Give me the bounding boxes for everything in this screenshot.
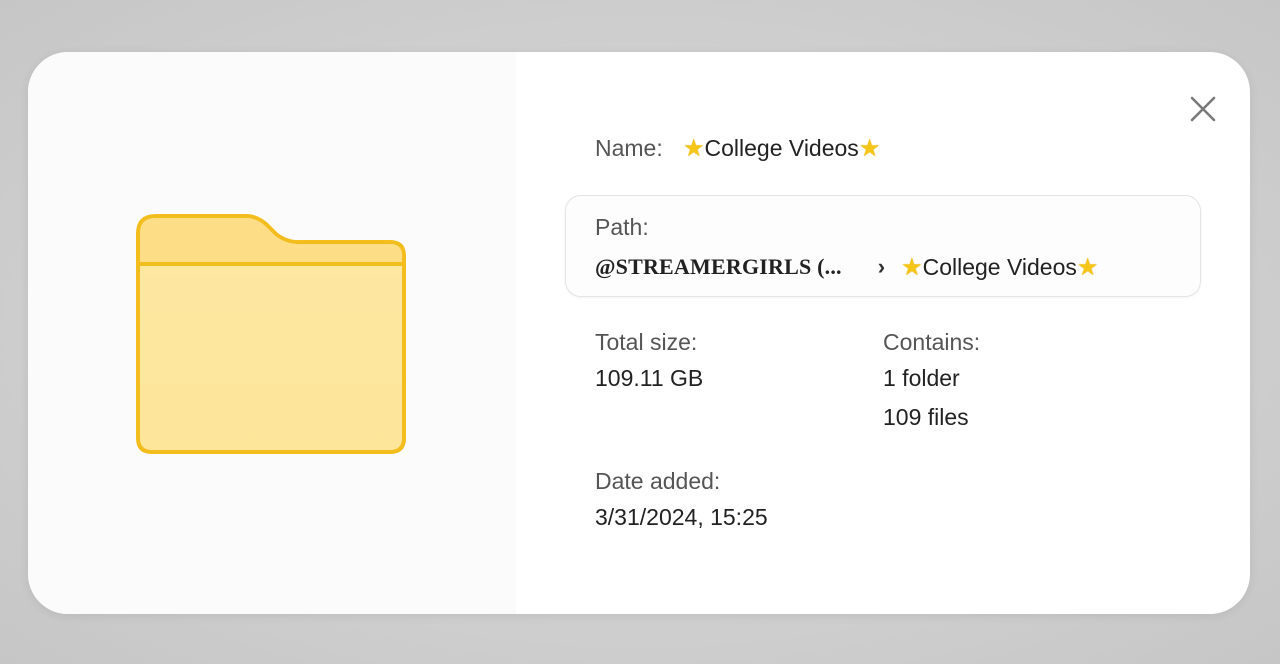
contains-files: 109 files: [883, 404, 969, 430]
preview-pane: [28, 52, 516, 614]
total-size-value: 109.11 GB: [595, 365, 704, 391]
breadcrumb-root-link[interactable]: @STREAMERGIRLS (...: [595, 254, 842, 280]
date-added-value: 3/31/2024, 15:25: [595, 504, 768, 530]
folder-name: College Videos: [704, 134, 859, 161]
breadcrumb: @STREAMERGIRLS (... › ★ College Videos ★: [595, 252, 1098, 282]
star-icon: ★: [1076, 253, 1099, 281]
star-icon: ★: [901, 253, 923, 281]
path-box: Path: @STREAMERGIRLS (... › ★ College Vi…: [565, 195, 1201, 297]
folder-info-dialog: Name: ★ College Videos ★ Path: @STREAMER…: [28, 52, 1250, 614]
total-size-label: Total size:: [595, 329, 698, 355]
contains-label: Contains:: [883, 329, 981, 355]
name-label: Name:: [595, 134, 663, 161]
path-label: Path:: [595, 214, 649, 240]
close-icon[interactable]: [1186, 92, 1220, 126]
star-icon: ★: [858, 134, 881, 162]
chevron-right-icon: ›: [877, 254, 886, 279]
breadcrumb-current: College Videos: [922, 253, 1077, 280]
contains-folders: 1 folder: [883, 365, 960, 391]
date-added-label: Date added:: [595, 468, 721, 494]
folder-icon: [136, 214, 406, 454]
star-icon: ★: [683, 134, 705, 162]
name-row: Name: ★ College Videos ★: [595, 132, 880, 164]
